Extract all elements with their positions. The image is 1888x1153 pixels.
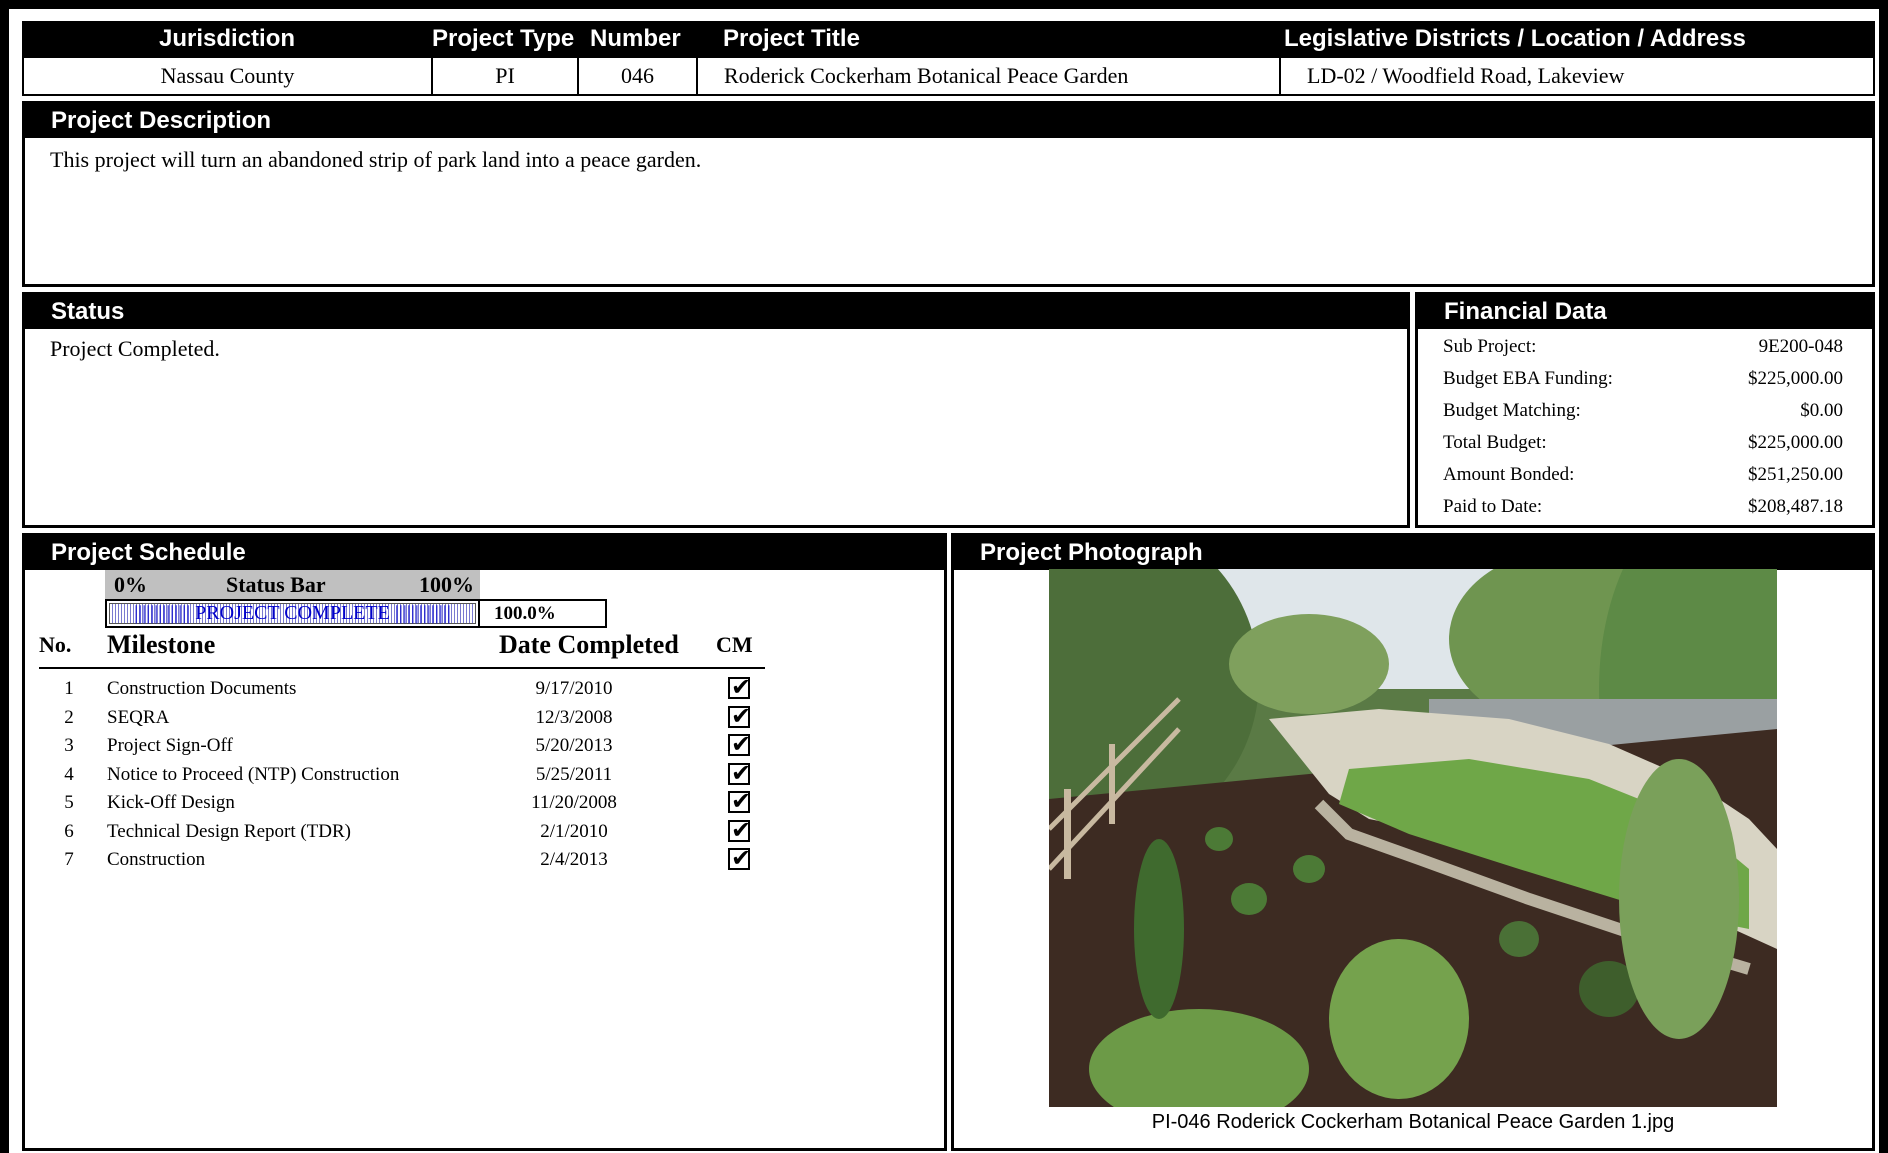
milestone-name: Construction	[107, 849, 206, 870]
milestone-number: 1	[64, 678, 74, 699]
check-icon: ✔	[731, 758, 752, 787]
milestone-row: 7 Construction 2/4/2013 ✔	[25, 844, 785, 874]
cm-checkbox[interactable]: ✔	[728, 702, 751, 730]
col-project-type: Project Type	[432, 25, 575, 52]
status-text: Project Completed.	[50, 336, 220, 361]
status-bar-track: |||||||||||||| PROJECT COMPLETE ||||||||…	[105, 599, 480, 628]
milestone-name: Technical Design Report (TDR)	[107, 820, 352, 842]
milestone-date: 2/1/2010	[540, 820, 608, 842]
financial-value: $251,250.00	[1748, 464, 1843, 485]
cm-checkbox[interactable]: ✔	[728, 673, 751, 701]
milestone-date: 2/4/2013	[540, 849, 608, 870]
col-milestone: Milestone	[107, 630, 216, 659]
financial-row: Total Budget: $225,000.00	[1443, 427, 1843, 459]
description-panel: Project Description This project will tu…	[22, 101, 1875, 287]
milestone-name: Project Sign-Off	[107, 735, 233, 756]
milestone-row: 5 Kick-Off Design 11/20/2008 ✔	[25, 787, 785, 817]
milestone-name: Construction Documents	[107, 678, 297, 699]
description-text: This project will turn an abandoned stri…	[50, 147, 702, 172]
cm-checkbox[interactable]: ✔	[728, 787, 751, 815]
col-jurisdiction: Jurisdiction	[159, 25, 296, 52]
milestone-number: 3	[64, 735, 74, 756]
jurisdiction-value: Nassau County	[24, 58, 433, 94]
milestone-date: 5/20/2013	[535, 735, 613, 756]
col-location: Legislative Districts / Location / Addre…	[1284, 25, 1746, 52]
project-type-value: PI	[433, 58, 579, 94]
milestone-number: 6	[64, 820, 74, 842]
milestone-name: Notice to Proceed (NTP) Construction	[107, 763, 400, 785]
project-photograph	[1049, 569, 1777, 1107]
financial-value: 9E200-048	[1758, 336, 1843, 357]
financial-row: Budget EBA Funding: $225,000.00	[1443, 363, 1843, 395]
milestone-row: 6 Technical Design Report (TDR) 2/1/2010 ✔	[25, 816, 785, 846]
milestone-row: 1 Construction Documents 9/17/2010 ✔	[25, 673, 785, 703]
status-bar-header: 0% Status Bar 100%	[105, 570, 480, 599]
col-cm: CM	[716, 632, 753, 657]
financial-label: Amount Bonded:	[1443, 464, 1575, 485]
header-row: Jurisdiction Project Type Number Project…	[22, 21, 1875, 58]
financial-label: Paid to Date:	[1443, 496, 1543, 517]
status-bar-text: |||||||||||||| PROJECT COMPLETE ||||||||…	[134, 602, 451, 624]
photo-title: Project Photograph	[954, 536, 1872, 570]
financial-row: Amount Bonded: $251,250.00	[1443, 459, 1843, 491]
check-icon: ✔	[731, 844, 752, 872]
milestone-row: 3 Project Sign-Off 5/20/2013 ✔	[25, 730, 785, 760]
financial-label: Budget EBA Funding:	[1443, 368, 1613, 389]
milestone-number: 5	[64, 792, 74, 813]
cm-checkbox[interactable]: ✔	[728, 844, 751, 872]
financial-title: Financial Data	[1418, 295, 1872, 329]
cm-checkbox[interactable]: ✔	[728, 816, 751, 844]
financial-label: Budget Matching:	[1443, 400, 1581, 421]
financial-label: Sub Project:	[1443, 336, 1537, 357]
financial-row: Paid to Date: $208,487.18	[1443, 491, 1843, 523]
schedule-title: Project Schedule	[25, 536, 944, 570]
milestone-number: 2	[64, 706, 74, 728]
financial-row: Sub Project: 9E200-048	[1443, 331, 1843, 363]
milestone-number: 7	[64, 849, 74, 870]
milestone-row: 2 SEQRA 12/3/2008 ✔	[25, 702, 785, 732]
description-title: Project Description	[25, 104, 1872, 138]
photo-caption: PI-046 Roderick Cockerham Botanical Peac…	[1151, 1111, 1675, 1133]
cm-checkbox[interactable]: ✔	[728, 759, 751, 787]
status-bar-min: 0%	[114, 572, 147, 597]
check-icon: ✔	[731, 701, 752, 730]
milestone-name: Kick-Off Design	[107, 792, 235, 813]
milestone-row: 4 Notice to Proceed (NTP) Construction 5/2…	[25, 759, 785, 789]
financial-value: $225,000.00	[1748, 432, 1843, 453]
project-title-value: Roderick Cockerham Botanical Peace Garde…	[698, 58, 1281, 94]
header-values-row: Nassau County PI 046 Roderick Cockerham …	[22, 58, 1875, 96]
financial-value: $225,000.00	[1748, 368, 1843, 389]
milestone-name: SEQRA	[107, 706, 170, 728]
location-value: LD-02 / Woodfield Road, Lakeview	[1307, 63, 1625, 88]
financial-value: $208,487.18	[1748, 496, 1843, 517]
financial-label: Total Budget:	[1443, 432, 1547, 453]
financial-value: $0.00	[1800, 400, 1843, 421]
milestone-date: 9/17/2010	[535, 678, 613, 699]
milestone-date: 12/3/2008	[535, 706, 613, 728]
check-icon: ✔	[731, 673, 752, 701]
check-icon: ✔	[731, 730, 752, 758]
status-bar-label: Status Bar	[226, 572, 326, 597]
number-value: 046	[579, 58, 698, 94]
status-bar-max: 100%	[419, 572, 474, 597]
milestone-date: 5/25/2011	[535, 763, 613, 785]
cm-checkbox[interactable]: ✔	[728, 730, 751, 758]
status-bar-percent: 100.0%	[480, 599, 607, 628]
financial-row: Budget Matching: $0.00	[1443, 395, 1843, 427]
check-icon: ✔	[731, 815, 752, 844]
milestone-date: 11/20/2008	[531, 792, 617, 813]
col-no: No.	[39, 632, 72, 657]
col-number: Number	[590, 25, 681, 52]
status-title: Status	[25, 295, 1407, 329]
check-icon: ✔	[731, 787, 752, 815]
status-panel: Status Project Completed.	[22, 292, 1410, 528]
financial-panel: Financial Data Sub Project: 9E200-048 Budg…	[1415, 292, 1875, 528]
milestone-number: 4	[64, 763, 74, 785]
col-date-completed: Date Completed	[499, 630, 679, 659]
col-project-title: Project Title	[723, 25, 860, 52]
schedule-panel: Project Schedule 0% Status Bar 100% ||||…	[22, 533, 947, 1151]
schedule-header-rule	[39, 667, 765, 669]
